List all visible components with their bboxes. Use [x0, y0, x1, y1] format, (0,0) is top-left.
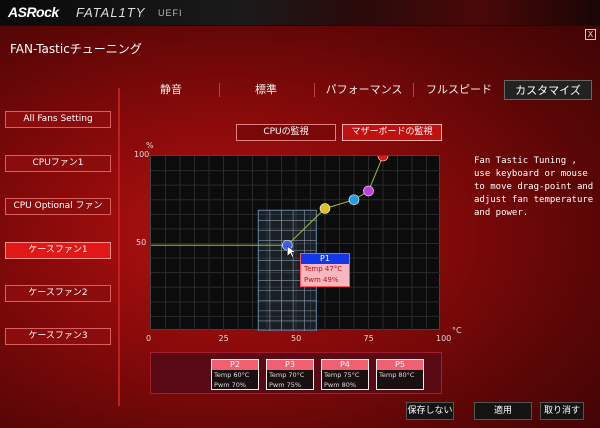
discard-button[interactable]: 保存しない	[406, 402, 454, 420]
tooltip-title: P1	[301, 254, 349, 264]
y-tick-label: 100	[134, 150, 150, 159]
fan-curve-chart[interactable]	[150, 150, 441, 332]
point-card-pwm: Pwm 80%	[324, 381, 357, 389]
curve-point-p4	[363, 185, 374, 197]
tooltip-pwm: Pwm 49%	[304, 276, 339, 284]
fatal1ty-logo: FATAL1TY	[76, 5, 146, 20]
asrock-logo: ASRock	[8, 4, 59, 20]
cancel-button[interactable]: 取り消す	[540, 402, 584, 420]
window-title: FAN-Tasticチューニング	[10, 42, 142, 56]
uefi-label: UEFI	[158, 8, 183, 18]
tab-customize[interactable]: カスタマイズ	[504, 80, 592, 100]
point-card-p3[interactable]: P3 Temp 70°C Pwm 75%	[266, 359, 314, 390]
sidebar-item-case-fan1[interactable]: ケースファン1	[5, 242, 111, 259]
point-card-p5[interactable]: P5 Temp 80°C	[376, 359, 424, 390]
point-card-title: P2	[212, 360, 258, 370]
x-tick-label: 50	[291, 334, 302, 343]
tab-full-speed[interactable]: フルスピード	[416, 80, 502, 100]
points-panel: P2 Temp 60°C Pwm 70% P3 Temp 70°C Pwm 75…	[150, 352, 442, 394]
sidebar-item-cpu-fan1[interactable]: CPUファン1	[5, 155, 111, 172]
x-tick-label: 25	[218, 334, 229, 343]
point-card-temp: Temp 60°C	[214, 371, 250, 379]
sidebar-item-case-fan2[interactable]: ケースファン2	[5, 285, 111, 302]
tab-standard[interactable]: 標準	[223, 80, 309, 100]
y-unit-label: %	[146, 141, 154, 150]
curve-point-p3	[348, 194, 360, 206]
apply-button[interactable]: 適用	[474, 402, 532, 420]
cpu-monitor-button[interactable]: CPUの監視	[236, 124, 336, 141]
point-card-pwm: Pwm 70%	[214, 381, 247, 389]
point-card-temp: Temp 80°C	[379, 371, 415, 379]
curve-point-p5	[377, 150, 389, 162]
point-card-temp: Temp 70°C	[269, 371, 305, 379]
help-text: Fan Tastic Tuning , use keyboard or mous…	[474, 156, 594, 218]
close-icon[interactable]: X	[585, 29, 596, 40]
point-card-p2[interactable]: P2 Temp 60°C Pwm 70%	[211, 359, 259, 390]
mode-tabs: 静音 標準 パフォーマンス フルスピード カスタマイズ	[128, 80, 594, 100]
sidebar-item-case-fan3[interactable]: ケースファン3	[5, 328, 111, 345]
fan-curve-svg[interactable]	[151, 150, 441, 332]
sidebar-item-all-fans[interactable]: All Fans Setting	[5, 111, 111, 128]
point-card-title: P3	[267, 360, 313, 370]
tab-performance[interactable]: パフォーマンス	[318, 80, 410, 100]
point-card-title: P4	[322, 360, 368, 370]
point-card-temp: Temp 75°C	[324, 371, 360, 379]
x-tick-label: 0	[146, 334, 152, 343]
y-tick-label: 50	[136, 237, 147, 247]
tab-silent[interactable]: 静音	[128, 80, 214, 100]
top-bar: ASRock FATAL1TY UEFI	[0, 0, 600, 26]
sidebar-divider	[118, 88, 120, 406]
mb-monitor-button[interactable]: マザーボードの監視	[342, 124, 442, 141]
curve-point-p2	[319, 203, 331, 214]
tooltip-temp: Temp 47°C	[304, 265, 343, 273]
point-card-title: P5	[377, 360, 423, 370]
point-card-pwm: Pwm 75%	[269, 381, 302, 389]
x-tick-label: 75	[363, 334, 374, 343]
x-unit-label: °C	[452, 326, 462, 335]
point-tooltip: P1 Temp 47°C Pwm 49%	[300, 253, 350, 287]
x-tick-label: 100	[436, 334, 452, 343]
sidebar-item-cpu-optional-fan[interactable]: CPU Optional ファン	[5, 198, 111, 215]
point-card-p4[interactable]: P4 Temp 75°C Pwm 80%	[321, 359, 369, 390]
